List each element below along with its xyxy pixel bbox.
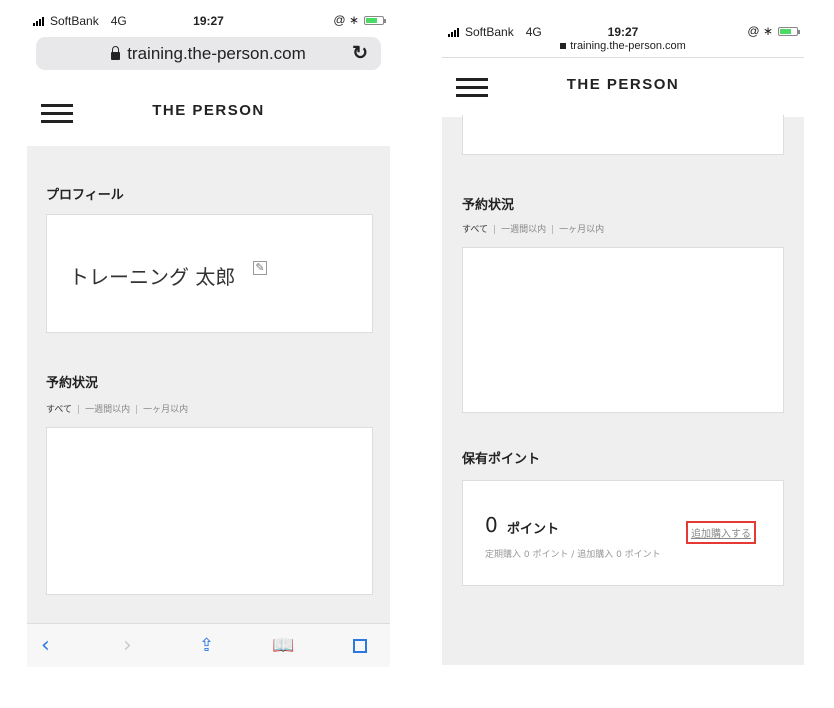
status-bar: SoftBank 4G 19:27 @ ∗: [27, 9, 390, 33]
back-button[interactable]: ‹: [41, 633, 50, 658]
browser-toolbar: ‹ › ⇪ 📖: [27, 623, 390, 667]
brand-logo[interactable]: THE PERSON: [442, 76, 804, 93]
lock-icon: [560, 43, 567, 49]
reservation-title: 予約状況: [462, 198, 515, 213]
profile-card: トレーニング 太郎 ✎: [46, 214, 373, 333]
filter-all[interactable]: すべて: [46, 405, 72, 415]
points-card: 0 ポイント 定期購入 0 ポイント / 追加購入 0 ポイント 追加購入する: [462, 480, 784, 586]
add-purchase-link[interactable]: 追加購入する: [686, 521, 756, 544]
filter-all[interactable]: すべて: [462, 225, 488, 235]
url-text: training.the-person.com: [127, 43, 306, 63]
reservation-card: [462, 247, 784, 413]
profile-name: トレーニング 太郎: [69, 265, 236, 289]
phone-screen-right: SoftBank 4G 19:27 @ ∗ training.the-perso…: [442, 20, 804, 665]
main-content: 予約状況 すべて | 一週間以内 | 一ヶ月以内 保有ポイント 0 ポイント 定期購入 …: [442, 115, 804, 665]
status-bar: SoftBank 4G 19:27 @ ∗: [442, 20, 804, 44]
book-icon[interactable]: 📖: [272, 635, 294, 656]
reload-icon[interactable]: ↻: [352, 42, 368, 65]
reservation-card: [46, 427, 373, 595]
tabs-icon[interactable]: [353, 634, 367, 659]
points-value: 0: [485, 513, 498, 537]
filter-month[interactable]: 一ヶ月以内: [143, 405, 188, 415]
points-detail: 定期購入 0 ポイント / 追加購入 0 ポイント: [485, 550, 661, 560]
filter-week[interactable]: 一週間以内: [501, 225, 546, 235]
battery-icon: [364, 15, 386, 25]
main-content: プロフィール トレーニング 太郎 ✎ 予約状況 すべて | 一週間以内 | 一ヶ月以内: [27, 146, 390, 624]
filter-month[interactable]: 一ヶ月以内: [559, 225, 604, 235]
status-indicators: @ ∗: [747, 24, 773, 38]
site-header: THE PERSON: [442, 57, 804, 114]
edit-icon[interactable]: ✎: [253, 261, 267, 275]
share-icon[interactable]: ⇪: [199, 635, 214, 656]
site-header: THE PERSON: [27, 82, 390, 142]
forward-button[interactable]: ›: [123, 633, 132, 658]
profile-card-partial: [462, 115, 784, 155]
lock-icon: [111, 45, 121, 60]
reservation-filters: すべて | 一週間以内 | 一ヶ月以内: [46, 405, 189, 415]
reservation-title: 予約状況: [46, 376, 99, 391]
phone-screen-left: SoftBank 4G 19:27 @ ∗ training.the-perso…: [27, 9, 390, 667]
points-unit: ポイント: [507, 522, 560, 537]
address-bar[interactable]: training.the-person.com ↻: [36, 37, 381, 70]
profile-title: プロフィール: [46, 188, 124, 203]
status-indicators: @ ∗: [333, 13, 359, 27]
brand-logo[interactable]: THE PERSON: [27, 102, 390, 119]
battery-icon: [778, 26, 800, 36]
reservation-filters: すべて | 一週間以内 | 一ヶ月以内: [462, 225, 605, 235]
filter-week[interactable]: 一週間以内: [85, 405, 130, 415]
points-title: 保有ポイント: [462, 452, 541, 467]
